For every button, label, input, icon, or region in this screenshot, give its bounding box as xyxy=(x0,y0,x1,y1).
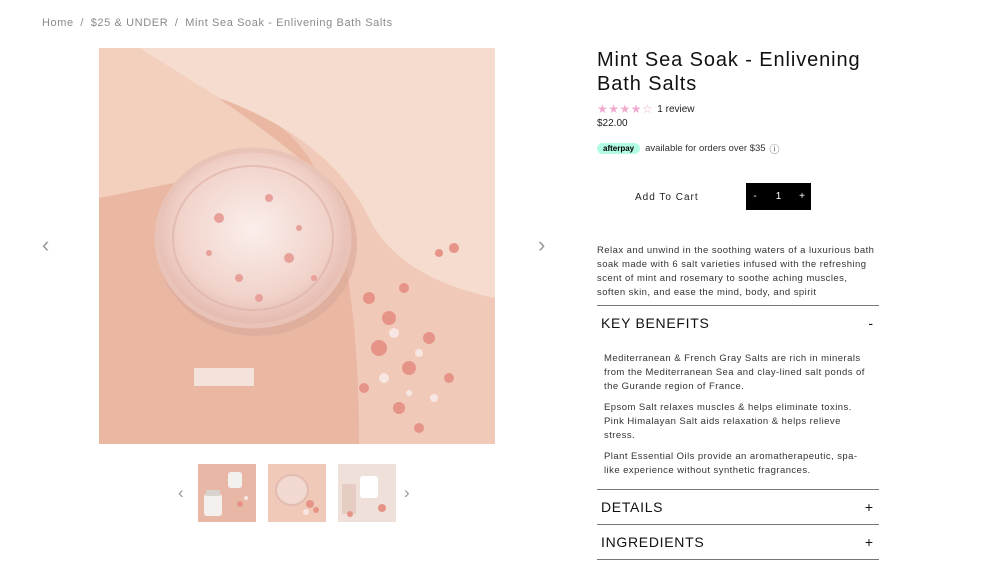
afterpay-logo: afterpay xyxy=(597,143,641,154)
quantity-value[interactable]: 1 xyxy=(776,191,782,202)
gallery-next-arrow-icon[interactable]: › xyxy=(538,234,545,256)
product-description: Relax and unwind in the soothing waters … xyxy=(597,245,875,298)
breadcrumb-separator: / xyxy=(174,17,179,29)
collapse-icon[interactable]: - xyxy=(868,315,873,331)
benefit-paragraph: Mediterranean & French Gray Salts are ri… xyxy=(604,353,865,392)
quantity-stepper: - 1 + xyxy=(746,183,811,210)
expand-icon[interactable]: + xyxy=(865,499,873,515)
accordion-ingredients: INGREDIENTS + xyxy=(597,524,879,560)
review-count-link[interactable]: 1 review xyxy=(657,104,694,115)
quantity-decrease-button[interactable]: - xyxy=(746,191,764,202)
gallery-prev-arrow-icon[interactable]: ‹ xyxy=(42,234,49,256)
breadcrumb-separator: / xyxy=(80,17,85,29)
thumbnail-next-arrow-icon[interactable]: › xyxy=(404,483,410,503)
star-rating-icon[interactable]: ★★★★☆ xyxy=(597,102,653,116)
accordion-details: DETAILS + xyxy=(597,489,879,524)
info-icon[interactable]: ⓘ xyxy=(770,141,780,156)
accordion-key-benefits-content: Mediterranean & French Gray Salts are ri… xyxy=(597,340,879,478)
benefit-paragraph: Plant Essential Oils provide an aromathe… xyxy=(604,451,858,476)
cart-row: Add To Cart - 1 + xyxy=(597,183,879,211)
afterpay-row: afterpay available for orders over $35 ⓘ xyxy=(597,141,780,156)
product-title: Mint Sea Soak - Enlivening Bath Salts xyxy=(597,49,861,95)
main-product-image xyxy=(99,48,495,444)
benefit-paragraph: Epsom Salt relaxes muscles & helps elimi… xyxy=(604,402,852,441)
breadcrumb: Home / $25 & UNDER / Mint Sea Soak - Enl… xyxy=(42,17,393,29)
accordion-title: DETAILS xyxy=(601,499,664,515)
rating-row: ★★★★☆ 1 review xyxy=(597,102,879,116)
product-price: $22.00 xyxy=(597,118,628,129)
breadcrumb-home-link[interactable]: Home xyxy=(42,17,74,29)
add-to-cart-button[interactable]: Add To Cart xyxy=(613,183,733,211)
breadcrumb-category-link[interactable]: $25 & UNDER xyxy=(91,17,169,29)
thumbnail-prev-arrow-icon[interactable]: ‹ xyxy=(178,483,184,503)
thumbnail-image-2[interactable] xyxy=(268,464,326,522)
thumbnail-image-3[interactable] xyxy=(338,464,396,522)
product-info: Mint Sea Soak - Enlivening Bath Salts ★★… xyxy=(597,48,879,560)
thumbnail-image-1[interactable] xyxy=(198,464,256,522)
expand-icon[interactable]: + xyxy=(865,534,873,550)
accordion-title: INGREDIENTS xyxy=(601,534,705,550)
accordion-details-header[interactable]: DETAILS + xyxy=(597,490,879,524)
accordion-key-benefits: KEY BENEFITS - Mediterranean & French Gr… xyxy=(597,305,879,485)
accordion-key-benefits-header[interactable]: KEY BENEFITS - xyxy=(597,306,879,340)
accordion-ingredients-header[interactable]: INGREDIENTS + xyxy=(597,525,879,559)
quantity-increase-button[interactable]: + xyxy=(793,191,811,202)
afterpay-text: available for orders over $35 xyxy=(645,143,766,154)
accordion-title: KEY BENEFITS xyxy=(601,315,710,331)
breadcrumb-current: Mint Sea Soak - Enlivening Bath Salts xyxy=(185,17,393,29)
